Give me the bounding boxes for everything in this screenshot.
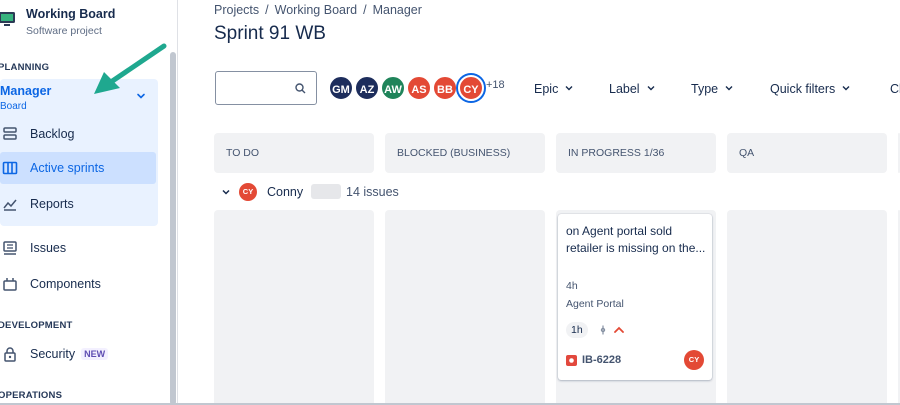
planning-heading: PLANNING — [0, 62, 50, 73]
clear-filters-button[interactable]: Cl — [890, 82, 900, 96]
project-header[interactable]: Working Board Software project — [0, 4, 170, 38]
breadcrumb-projects[interactable]: Projects — [214, 3, 259, 17]
swimlane-header[interactable]: CY Conny 14 issues — [222, 182, 522, 202]
sidebar-item-reports[interactable]: Reports — [0, 188, 156, 220]
board-selector[interactable]: Manager — [0, 84, 51, 98]
column-blocked: BLOCKED (BUSINESS) — [385, 133, 545, 173]
sidebar-item-label: Active sprints — [30, 161, 105, 175]
columns-icon — [2, 161, 18, 175]
avatar[interactable]: AW — [380, 75, 406, 101]
annotation-arrow-icon — [94, 43, 167, 94]
issue-summary: on Agent portal sold retailer is missing… — [566, 224, 706, 255]
breadcrumb-project[interactable]: Working Board — [275, 3, 357, 17]
avatar[interactable]: BB — [432, 75, 458, 101]
breadcrumb-board[interactable]: Manager — [373, 3, 422, 17]
search-icon — [295, 83, 306, 94]
chevron-down-icon — [842, 86, 850, 91]
issue-key[interactable]: IB-6228 — [582, 354, 621, 366]
sidebar-item-label: Security — [30, 347, 76, 361]
sidebar-item-label-wrap: Security NEW — [30, 347, 109, 361]
assignee-avatar[interactable]: CY — [684, 350, 704, 370]
type-filter[interactable]: Type — [691, 82, 733, 96]
breadcrumb-separator: / — [265, 3, 269, 17]
sidebar-item-label: Reports — [30, 197, 74, 211]
filter-label: Quick filters — [770, 82, 836, 96]
chevron-down-icon — [647, 86, 655, 91]
bug-icon — [566, 355, 577, 366]
components-icon — [3, 278, 17, 291]
backlog-icon — [3, 127, 17, 140]
breadcrumb: Projects / Working Board / Manager — [214, 3, 422, 17]
epic-filter[interactable]: Epic — [534, 82, 573, 96]
board-type-label: Board — [0, 101, 27, 112]
avatar-selected[interactable]: CY — [458, 75, 484, 101]
quick-filters[interactable]: Quick filters — [770, 82, 850, 96]
sidebar-item-components[interactable]: Components — [0, 268, 156, 300]
sidebar-item-backlog[interactable]: Backlog — [0, 118, 156, 150]
project-type: Software project — [26, 25, 102, 37]
chevron-down-icon — [725, 86, 733, 91]
sidebar-item-issues[interactable]: Issues — [0, 232, 156, 264]
page-title: Sprint 91 WB — [214, 23, 326, 44]
column-blocked-body[interactable] — [385, 210, 545, 405]
branch-icon — [600, 325, 606, 335]
epic-label: Agent Portal — [566, 298, 624, 310]
filter-label: Label — [609, 82, 640, 96]
column-qa-body[interactable] — [727, 210, 887, 405]
avatar[interactable]: AS — [406, 75, 432, 101]
sidebar-item-label: Components — [30, 277, 101, 291]
avatar: CY — [239, 183, 257, 201]
column-todo-body[interactable] — [214, 210, 374, 405]
sidebar-item-label: Backlog — [30, 127, 75, 141]
operations-heading: OPERATIONS — [0, 390, 63, 401]
breadcrumb-separator: / — [363, 3, 367, 17]
assignee-filter: GM AZ AW AS BB CY +18 — [328, 75, 518, 101]
chevron-down-icon — [565, 86, 573, 91]
search-input[interactable] — [215, 71, 317, 105]
label-filter[interactable]: Label — [609, 82, 655, 96]
filter-label: Epic — [534, 82, 559, 96]
sidebar-item-security[interactable]: Security NEW — [0, 338, 156, 370]
main-content: Projects / Working Board / Manager Sprint 91… — [178, 0, 900, 405]
issue-card[interactable]: on Agent portal sold retailer is missing… — [558, 214, 712, 380]
more-avatars-button[interactable]: +18 — [486, 79, 505, 91]
chevron-down-icon[interactable] — [222, 188, 230, 196]
avatar[interactable]: GM — [328, 75, 354, 101]
column-in-progress: IN PROGRESS 1/36 — [556, 133, 716, 173]
sidebar-item-label: Issues — [30, 241, 67, 255]
issues-icon — [3, 241, 17, 255]
chart-icon — [3, 199, 17, 211]
new-badge: NEW — [81, 348, 109, 360]
swimlane-issue-count: 14 issues — [346, 185, 399, 199]
column-title: IN PROGRESS 1/36 — [568, 147, 665, 159]
filter-label: Type — [691, 82, 719, 96]
avatar[interactable]: AZ — [354, 75, 380, 101]
development-heading: DEVELOPMENT — [0, 320, 73, 331]
project-avatar-icon — [0, 12, 15, 26]
column-title: QA — [739, 147, 755, 159]
issue-time-remaining: 4h — [566, 280, 578, 292]
column-qa: QA — [727, 133, 887, 173]
column-title: BLOCKED (BUSINESS) — [397, 147, 511, 159]
swimlane-name: Conny — [267, 185, 304, 199]
project-name: Working Board — [26, 7, 116, 21]
estimate-badge: 1h — [566, 322, 588, 338]
sidebar-scrollbar[interactable] — [170, 52, 176, 405]
lock-icon — [4, 347, 16, 362]
sidebar-item-active-sprints[interactable]: Active sprints — [0, 152, 156, 184]
column-todo: TO DO — [214, 133, 374, 173]
redacted-text — [311, 184, 341, 199]
column-title: TO DO — [226, 147, 260, 159]
priority-high-icon — [614, 326, 624, 333]
